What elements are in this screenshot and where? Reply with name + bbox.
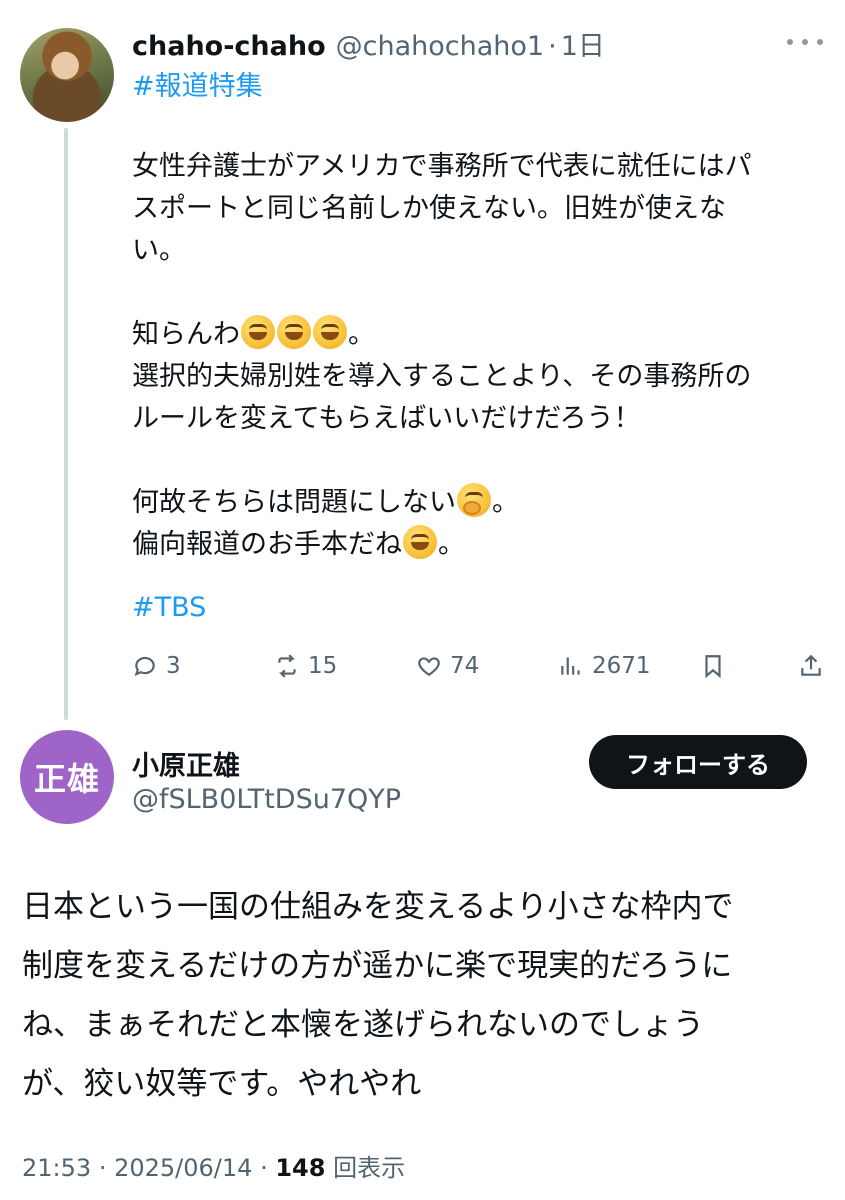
text-line: が、狡い奴等です。やれやれ xyxy=(22,1066,422,1102)
author-name[interactable]: 小原正雄 xyxy=(132,744,240,783)
post-metadata: 21:53 · 2025/06/14 · 148 回表示 xyxy=(22,1148,405,1183)
bookmark-button[interactable] xyxy=(700,648,726,684)
text-line: 何故そちらは問題にしない。 xyxy=(132,482,817,524)
text-line: ね、まぁそれだと本懐を遂げられないのでしょう xyxy=(22,1007,704,1043)
text-line: 偏向報道のお手本だね。 xyxy=(132,524,817,566)
like-count: 74 xyxy=(450,653,480,679)
rofl-emoji xyxy=(241,315,275,349)
share-icon xyxy=(801,654,821,676)
text-line: 女性弁護士がアメリカで事務所で代表に就任にはパ xyxy=(132,151,752,182)
reply-tweet-text: 日本という一国の仕組みを変えるより小さな枠内で 制度を変えるだけの方が遥かに楽で… xyxy=(22,878,822,1114)
heart-icon xyxy=(418,657,440,676)
like-button[interactable]: 74 xyxy=(416,648,479,684)
tweet-action-bar: 3 15 74 2671 xyxy=(132,648,827,684)
repost-count: 15 xyxy=(308,653,338,679)
follow-button[interactable]: フォローする xyxy=(589,735,807,789)
rofl-emoji xyxy=(313,315,347,349)
hashtag-link[interactable]: #TBS xyxy=(132,592,206,623)
parent-tweet-text: 女性弁護士がアメリカで事務所で代表に就任にはパ スポートと同じ名前しか使えない。… xyxy=(132,146,817,566)
author-name[interactable]: chaho-chaho xyxy=(132,31,326,62)
analytics-icon xyxy=(561,657,580,675)
post-time[interactable]: 21:53 xyxy=(22,1154,91,1182)
meta-separator: · xyxy=(98,1154,107,1182)
text-line: 知らんわ。 xyxy=(132,314,817,356)
tweet-detail-page: chaho-chaho @chahochaho1 · 1日 #報道特集 女性弁護… xyxy=(0,0,845,1200)
text-line: 選択的夫婦別姓を導入することより、その事務所の xyxy=(132,361,752,392)
text-line: 日本という一国の仕組みを変えるより小さな枠内で xyxy=(22,889,734,925)
rofl-emoji xyxy=(277,315,311,349)
share-button[interactable] xyxy=(798,648,824,684)
rofl-emoji xyxy=(403,525,437,559)
repost-icon xyxy=(278,654,296,678)
avatar[interactable]: 正雄 xyxy=(20,730,114,824)
hashtag-link[interactable]: #報道特集 xyxy=(132,64,263,103)
header-separator: · xyxy=(548,31,557,62)
meta-separator: · xyxy=(260,1154,268,1182)
view-count: 2671 xyxy=(592,653,651,679)
avatar[interactable] xyxy=(20,28,114,122)
text-line: 制度を変えるだけの方が遥かに楽で現実的だろうに xyxy=(22,948,733,984)
text-line: い。 xyxy=(132,235,186,266)
views-label: 回表示 xyxy=(333,1154,406,1182)
text-line: スポートと同じ名前しか使えない。旧姓が使えな xyxy=(132,193,726,224)
parent-tweet-header: chaho-chaho @chahochaho1 · 1日 xyxy=(132,24,825,64)
more-options-icon[interactable] xyxy=(787,30,823,54)
reply-button[interactable]: 3 xyxy=(132,648,181,684)
post-time[interactable]: 1日 xyxy=(561,24,605,63)
author-handle[interactable]: @chahochaho1 xyxy=(336,31,544,62)
repost-button[interactable]: 15 xyxy=(274,648,337,684)
reply-icon xyxy=(134,656,155,677)
reply-count: 3 xyxy=(166,653,181,679)
hand-over-mouth-emoji xyxy=(457,483,491,517)
text-line: ルールを変えてもらえばいいだけだろう！ xyxy=(132,403,641,434)
bookmark-icon xyxy=(705,655,721,679)
author-handle[interactable]: @fSLB0LTtDSu7QYP xyxy=(132,784,401,815)
thread-connector-line xyxy=(64,128,68,720)
post-date[interactable]: 2025/06/14 xyxy=(114,1154,252,1182)
views-button[interactable]: 2671 xyxy=(558,648,651,684)
views-count: 148 xyxy=(275,1154,326,1182)
